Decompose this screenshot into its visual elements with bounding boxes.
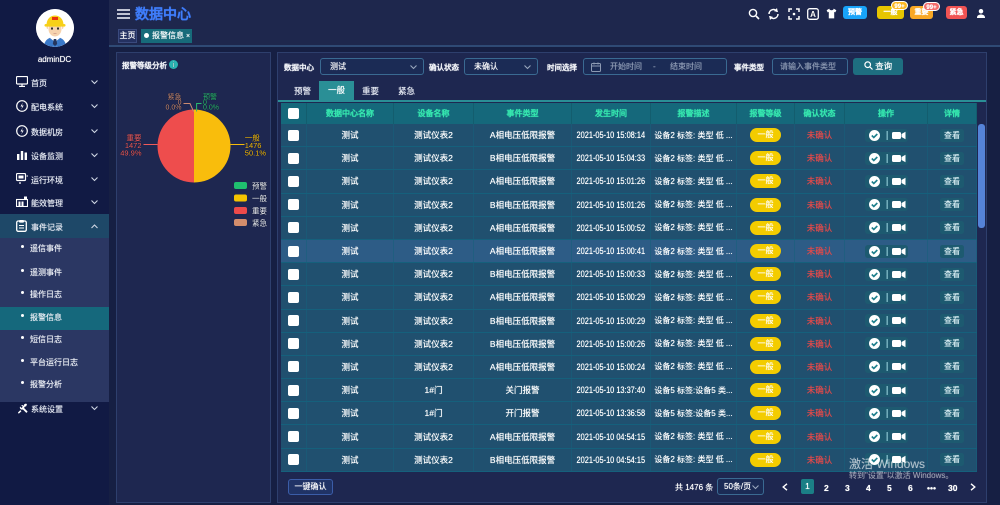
svg-text:50.1%: 50.1%: [245, 148, 267, 159]
svg-text:紧急: 紧急: [252, 218, 267, 229]
svg-text:A: A: [810, 10, 816, 19]
svg-text:0.0%: 0.0%: [203, 103, 219, 113]
svg-text:预警: 预警: [252, 181, 267, 192]
svg-text:一般: 一般: [252, 193, 267, 204]
svg-text:49.9%: 49.9%: [120, 148, 142, 159]
svg-text:重要: 重要: [252, 206, 267, 217]
svg-text:0.0%: 0.0%: [166, 103, 182, 113]
